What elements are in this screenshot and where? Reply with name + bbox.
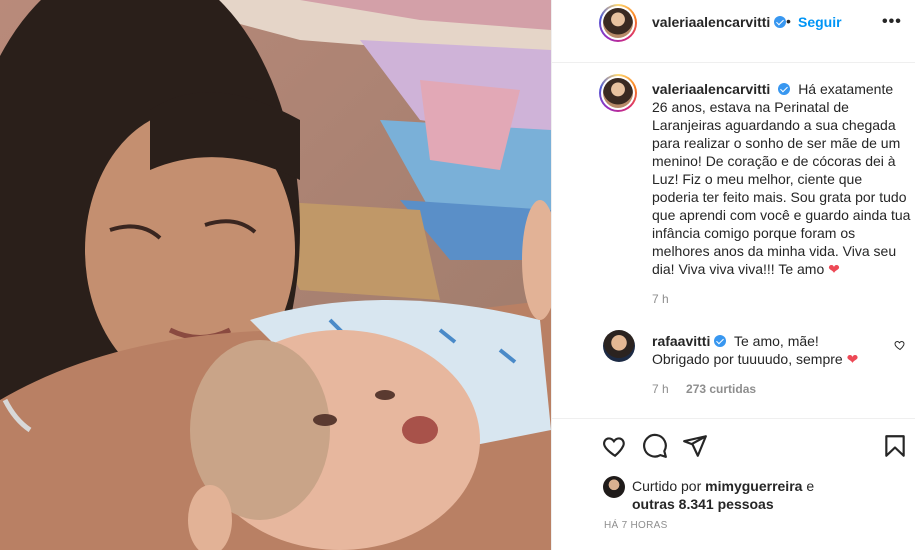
liker-avatar[interactable] — [603, 476, 625, 498]
red-heart-emoji: ❤ — [828, 261, 840, 277]
comment-icon[interactable] — [642, 433, 668, 459]
likes-prefix: Curtido por — [632, 478, 702, 494]
comment-username[interactable]: rafaavitti — [652, 333, 710, 349]
caption-text-block: valeriaalencarvitti Há exatamente 26 ano… — [652, 80, 912, 278]
post-photo[interactable] — [0, 0, 551, 550]
caption-body: Há exatamente 26 anos, estava na Perinat… — [652, 81, 911, 277]
bookmark-icon[interactable] — [882, 433, 908, 459]
comment-meta: 7 h 273 curtidas — [652, 382, 770, 396]
author-avatar[interactable] — [599, 4, 637, 42]
likes-others-count[interactable]: outras 8.341 pessoas — [632, 496, 774, 512]
caption-avatar[interactable] — [599, 74, 637, 112]
verified-badge-icon — [774, 16, 787, 28]
verified-badge-icon — [714, 335, 727, 347]
commenter-avatar[interactable] — [603, 330, 635, 362]
post-actions-section: Curtido por mimyguerreira e outras 8.341… — [552, 418, 915, 550]
liker-username[interactable]: mimyguerreira — [705, 478, 802, 494]
heart-icon[interactable] — [602, 433, 628, 459]
red-heart-emoji: ❤ — [846, 351, 859, 367]
post-timeago[interactable]: HÁ 7 HORAS — [604, 520, 668, 531]
photo-illustration — [0, 0, 551, 550]
follow-button[interactable]: Seguir — [798, 14, 842, 30]
header-separator: • — [786, 13, 791, 29]
more-options-icon[interactable]: ••• — [882, 13, 902, 31]
comment-text-block: rafaavitti Te amo, mãe! Obrigado por tuu… — [652, 332, 862, 368]
comment-like-heart-icon[interactable] — [894, 339, 906, 351]
header-divider — [552, 62, 915, 63]
comment-likes-count[interactable]: 273 curtidas — [686, 382, 756, 396]
author-username[interactable]: valeriaalencarvitti — [652, 14, 787, 30]
paper-plane-icon[interactable] — [682, 433, 708, 459]
likes-conjunction: e — [806, 478, 815, 494]
comment-timestamp[interactable]: 7 h — [652, 382, 669, 396]
author-username-text[interactable]: valeriaalencarvitti — [652, 14, 770, 30]
verified-badge-icon — [778, 83, 791, 95]
caption-timestamp[interactable]: 7 h — [652, 292, 669, 306]
caption-username[interactable]: valeriaalencarvitti — [652, 81, 770, 97]
post-side-panel: valeriaalencarvitti • Seguir ••• valeria… — [551, 0, 915, 550]
likes-summary: Curtido por mimyguerreira e outras 8.341… — [632, 477, 902, 513]
